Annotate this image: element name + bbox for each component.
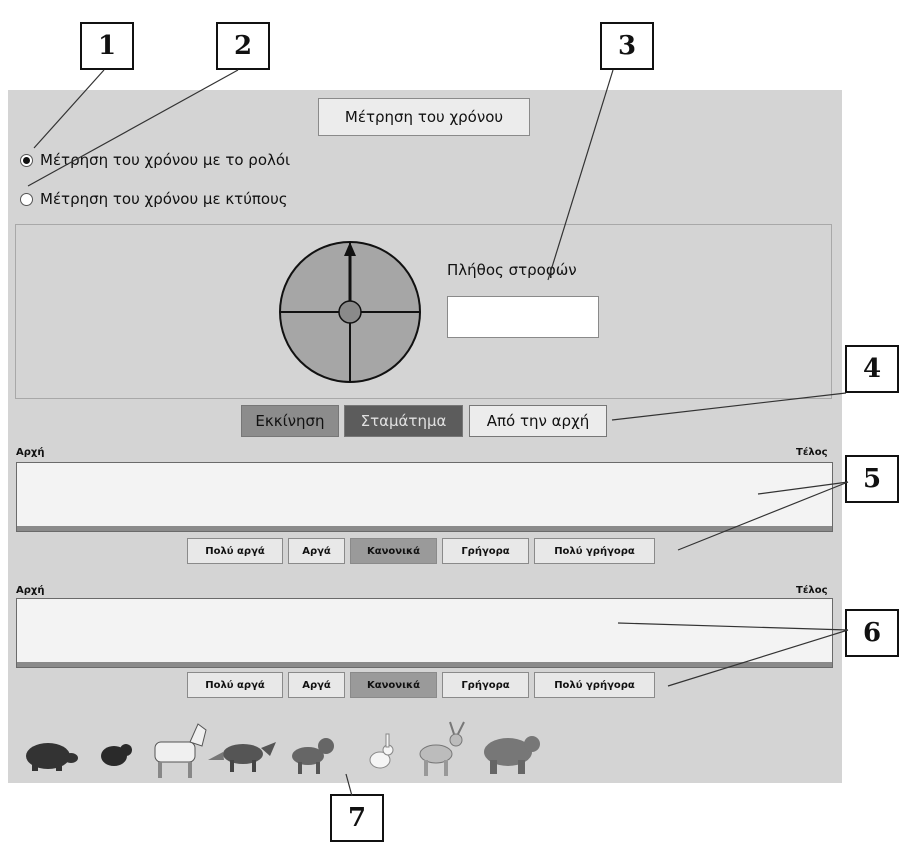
stop-button[interactable]: Σταμάτημα — [344, 405, 463, 437]
fox-icon[interactable] — [208, 742, 276, 772]
speed-slow-button[interactable]: Αργά — [288, 672, 345, 698]
radio-unselected-icon[interactable] — [20, 192, 33, 206]
track-ground — [17, 526, 832, 531]
race-track-1 — [16, 462, 833, 532]
callout-5: 5 — [845, 455, 899, 503]
speed-slow-button[interactable]: Αργά — [288, 538, 345, 564]
speed-very-slow-button[interactable]: Πολύ αργά — [187, 538, 283, 564]
speed-fast-button[interactable]: Γρήγορα — [442, 672, 529, 698]
race-track-2 — [16, 598, 833, 668]
stop-button-label: Σταμάτημα — [360, 412, 447, 430]
app-title-button[interactable]: Μέτρηση του χρόνου — [318, 98, 530, 136]
callout-3: 3 — [600, 22, 654, 70]
callout-4: 4 — [845, 345, 899, 393]
speed-normal-button[interactable]: Κανονικά — [350, 672, 437, 698]
app-title-label: Μέτρηση του χρόνου — [344, 108, 504, 126]
speed-label: Πολύ γρήγορα — [554, 679, 635, 691]
callout-number: 5 — [862, 464, 882, 494]
deer-icon[interactable] — [419, 721, 465, 776]
track-start-label: Αρχή — [16, 447, 45, 458]
speed-label: Γρήγορα — [461, 545, 510, 557]
speed-fast-button[interactable]: Γρήγορα — [442, 538, 529, 564]
speed-label: Πολύ αργά — [205, 679, 265, 691]
callout-number: 4 — [862, 354, 882, 384]
radio-option-beats[interactable]: Μέτρηση του χρόνου με κτύπους — [20, 187, 288, 211]
callout-number: 2 — [233, 31, 253, 61]
reset-button-label: Από την αρχή — [486, 412, 590, 430]
track-ground — [17, 662, 832, 667]
callout-2: 2 — [216, 22, 270, 70]
tortoise-icon[interactable] — [26, 743, 78, 771]
reset-button[interactable]: Από την αρχή — [469, 405, 607, 437]
dog-icon[interactable] — [292, 738, 334, 774]
speed-very-slow-button[interactable]: Πολύ αργά — [187, 672, 283, 698]
track-end-label: Τέλος — [796, 585, 828, 596]
callout-number: 1 — [97, 31, 117, 61]
radio-selected-icon[interactable] — [20, 153, 33, 167]
callout-1: 1 — [80, 22, 134, 70]
start-button[interactable]: Εκκίνηση — [241, 405, 339, 437]
bear-icon[interactable] — [484, 736, 540, 774]
start-button-label: Εκκίνηση — [255, 412, 325, 430]
rabbit-icon[interactable] — [369, 733, 394, 769]
callout-number: 6 — [862, 618, 882, 648]
turns-count-field[interactable] — [447, 296, 599, 338]
animal-selection-row — [26, 721, 540, 778]
speed-label: Αργά — [302, 545, 331, 557]
callout-number: 3 — [617, 31, 637, 61]
speed-label: Γρήγορα — [461, 679, 510, 691]
callout-number: 7 — [347, 803, 367, 833]
speed-label: Πολύ αργά — [205, 545, 265, 557]
speed-very-fast-button[interactable]: Πολύ γρήγορα — [534, 538, 655, 564]
speed-label: Κανονικά — [367, 679, 420, 691]
callout-6: 6 — [845, 609, 899, 657]
mole-icon[interactable] — [101, 744, 132, 766]
speed-label: Κανονικά — [367, 545, 420, 557]
radio-option-label: Μέτρηση του χρόνου με το ρολόι — [40, 151, 291, 169]
callout-7: 7 — [330, 794, 384, 842]
speed-very-fast-button[interactable]: Πολύ γρήγορα — [534, 672, 655, 698]
track-start-label: Αρχή — [16, 585, 45, 596]
speed-label: Πολύ γρήγορα — [554, 545, 635, 557]
radio-option-label: Μέτρηση του χρόνου με κτύπους — [40, 190, 288, 208]
speed-normal-button[interactable]: Κανονικά — [350, 538, 437, 564]
track-end-label: Τέλος — [796, 447, 828, 458]
goat-icon[interactable] — [154, 723, 207, 778]
radio-option-clock[interactable]: Μέτρηση του χρόνου με το ρολόι — [20, 148, 290, 172]
turns-count-label: Πλήθος στροφών — [447, 261, 577, 279]
clock-dial-icon — [279, 241, 421, 383]
speed-label: Αργά — [302, 679, 331, 691]
